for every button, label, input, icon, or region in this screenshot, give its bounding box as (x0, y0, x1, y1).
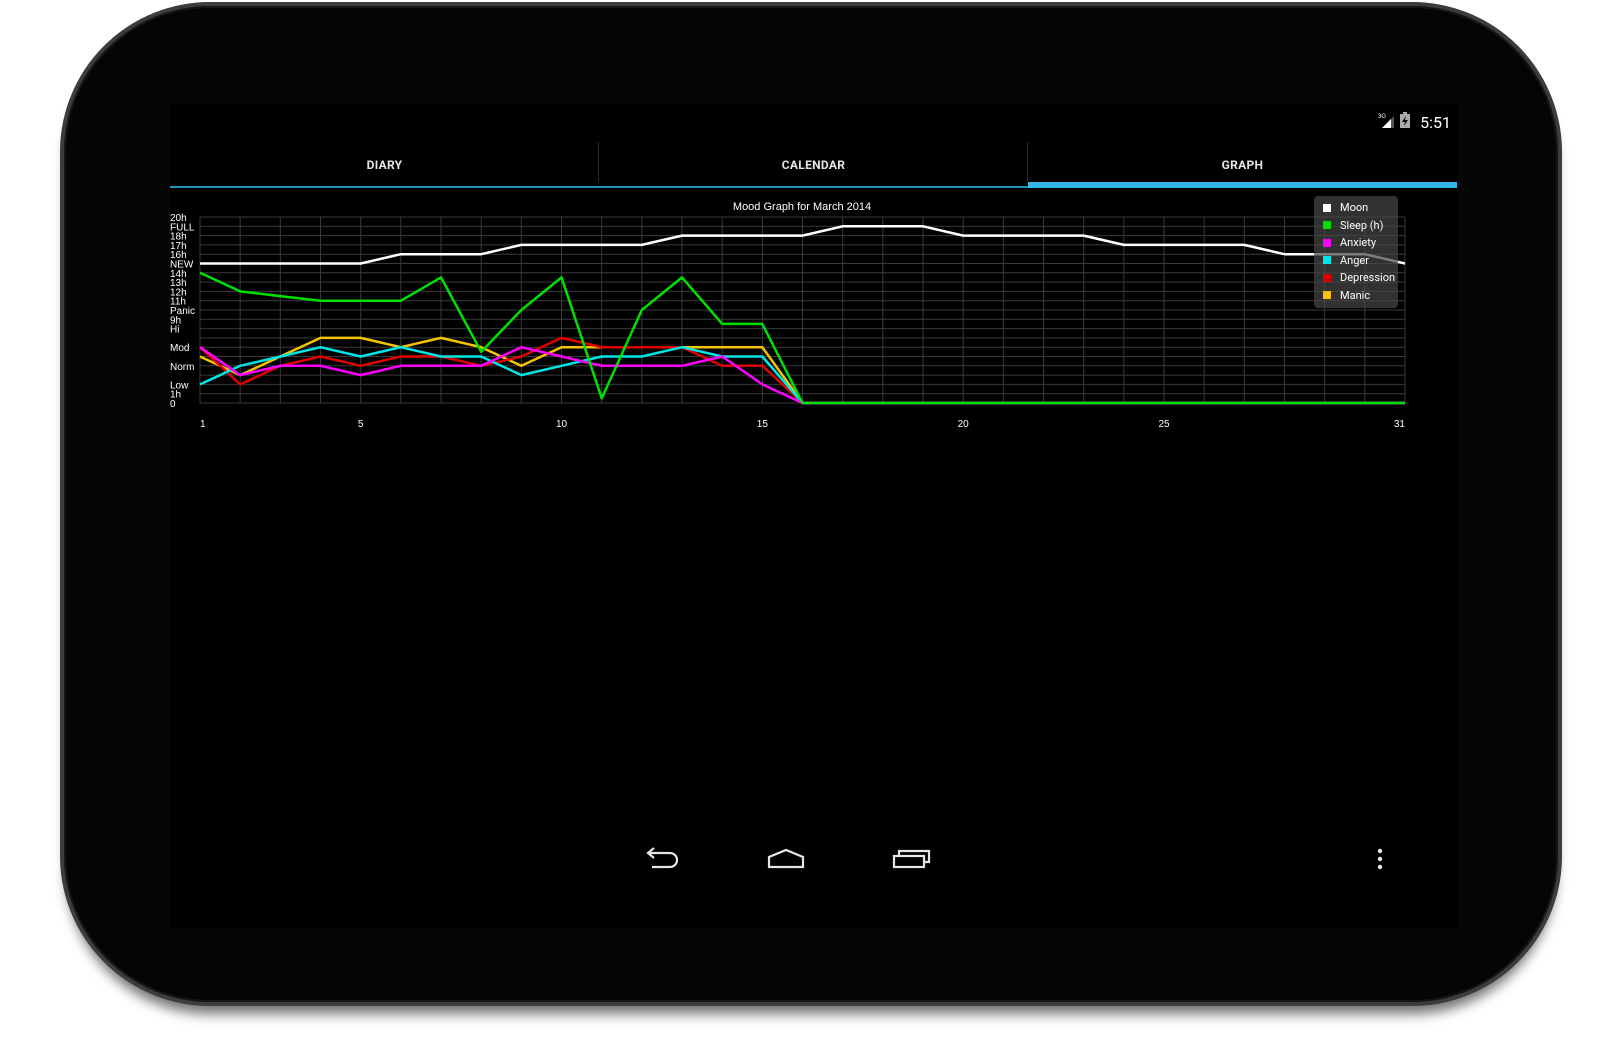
svg-text:3G: 3G (1378, 114, 1386, 120)
home-icon (767, 848, 805, 869)
x-tick-label: 15 (757, 419, 769, 430)
home-button[interactable] (766, 847, 806, 875)
back-button[interactable] (644, 847, 680, 875)
legend-item-anxiety: Anxiety (1314, 234, 1398, 252)
overflow-menu-button[interactable] (1374, 847, 1386, 875)
tab-diary-indicator (170, 186, 599, 188)
x-tick-label: 20 (958, 419, 970, 430)
legend-swatch-depression (1323, 273, 1331, 282)
legend-label-anger: Anger (1340, 253, 1369, 267)
legend-swatch-moon (1323, 203, 1331, 212)
legend-item-depression: Depression (1314, 269, 1398, 287)
y-tick-label: Hi (170, 325, 179, 336)
tab-diary-label: DIARY (366, 158, 403, 172)
legend-label-sleep: Sleep (h) (1340, 218, 1384, 232)
y-tick-label: Mod (170, 343, 189, 354)
legend-label-anxiety: Anxiety (1340, 236, 1377, 250)
x-tick-label: 31 (1394, 419, 1406, 430)
tab-graph-label: GRAPH (1221, 158, 1264, 172)
chart-title: Mood Graph for March 2014 (733, 201, 871, 213)
y-tick-label: 0 (170, 399, 176, 410)
x-axis-labels: 1 5 10 15 20 25 31 (200, 419, 1405, 430)
recent-apps-icon (892, 849, 931, 869)
overflow-menu-icon (1377, 848, 1383, 870)
x-tick-label: 10 (556, 419, 568, 430)
tab-calendar-indicator (599, 186, 1028, 188)
tab-calendar[interactable]: CALENDAR (599, 142, 1028, 188)
tab-diary[interactable]: DIARY (170, 142, 599, 188)
y-tick-label: Norm (170, 362, 194, 373)
tab-calendar-label: CALENDAR (781, 158, 846, 172)
x-tick-label: 25 (1158, 419, 1170, 430)
x-tick-label: 1 (200, 419, 206, 430)
legend-label-manic: Manic (1340, 288, 1371, 302)
battery-charging-icon (1400, 112, 1411, 132)
legend-label-depression: Depression (1340, 271, 1396, 285)
status-bar: 3G 5:51 (1378, 112, 1451, 132)
legend-swatch-manic (1323, 291, 1331, 300)
legend-item-sleep: Sleep (h) (1314, 217, 1398, 235)
status-time: 5:51 (1420, 112, 1451, 132)
screen: 3G 5:51 DIARY CALENDAR GRAPH 20h FULL 18… (170, 104, 1457, 929)
tab-graph[interactable]: GRAPH (1028, 142, 1457, 188)
legend-item-manic: Manic (1314, 287, 1398, 305)
tab-bar: DIARY CALENDAR GRAPH (170, 142, 1457, 188)
legend-swatch-anger (1323, 256, 1331, 265)
y-axis-labels: 20hFULL18h17h16hNEW14h13h12h11hPanic9hHi… (170, 213, 195, 410)
chart-legend: Moon Sleep (h) Anxiety Anger Depression … (1314, 196, 1398, 308)
mood-graph: 20hFULL18h17h16hNEW14h13h12h11hPanic9hHi… (170, 201, 1406, 430)
x-tick-label: 5 (358, 419, 364, 430)
legend-swatch-anxiety (1323, 238, 1331, 247)
signal-3g-icon: 3G (1378, 112, 1395, 132)
recent-apps-button[interactable] (892, 847, 932, 875)
legend-item-moon: Moon (1314, 199, 1398, 217)
legend-label-moon: Moon (1340, 201, 1369, 215)
legend-item-anger: Anger (1314, 252, 1398, 270)
legend-swatch-sleep (1323, 221, 1331, 230)
back-icon (646, 847, 679, 869)
tab-graph-indicator (1028, 182, 1457, 188)
